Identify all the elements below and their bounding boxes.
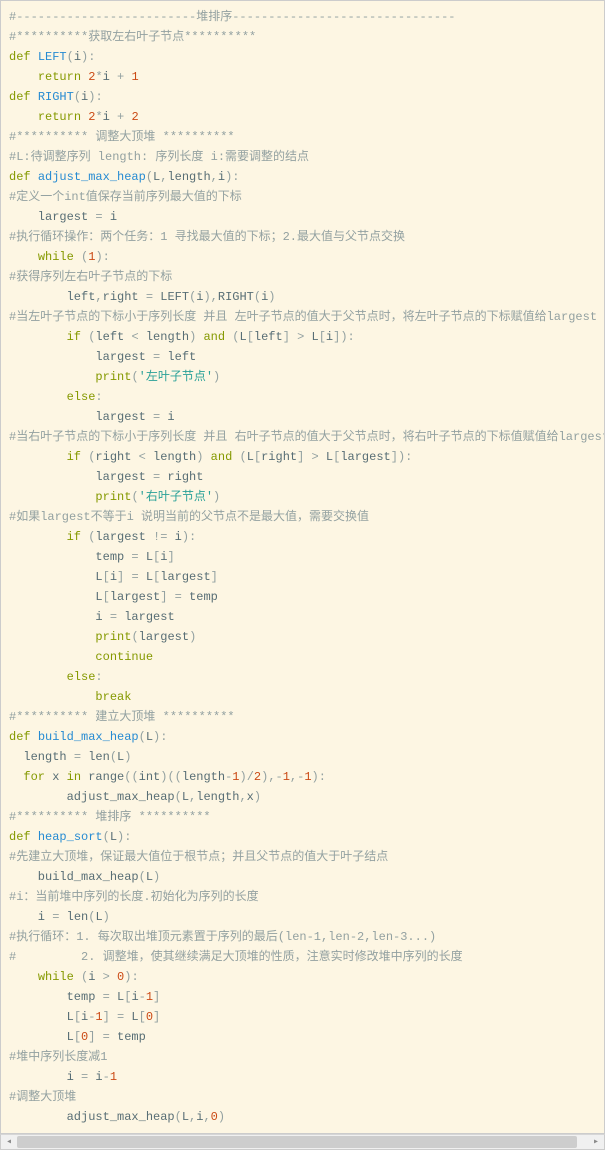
code-block: #-------------------------堆排序-----------… (0, 0, 605, 1134)
horizontal-scrollbar[interactable]: ◂ ▸ (0, 1134, 605, 1150)
scroll-track[interactable] (17, 1135, 588, 1149)
scroll-thumb[interactable] (17, 1136, 577, 1148)
code-content: #-------------------------堆排序-----------… (1, 7, 604, 1127)
scroll-right-button[interactable]: ▸ (588, 1135, 604, 1149)
scroll-left-button[interactable]: ◂ (1, 1135, 17, 1149)
